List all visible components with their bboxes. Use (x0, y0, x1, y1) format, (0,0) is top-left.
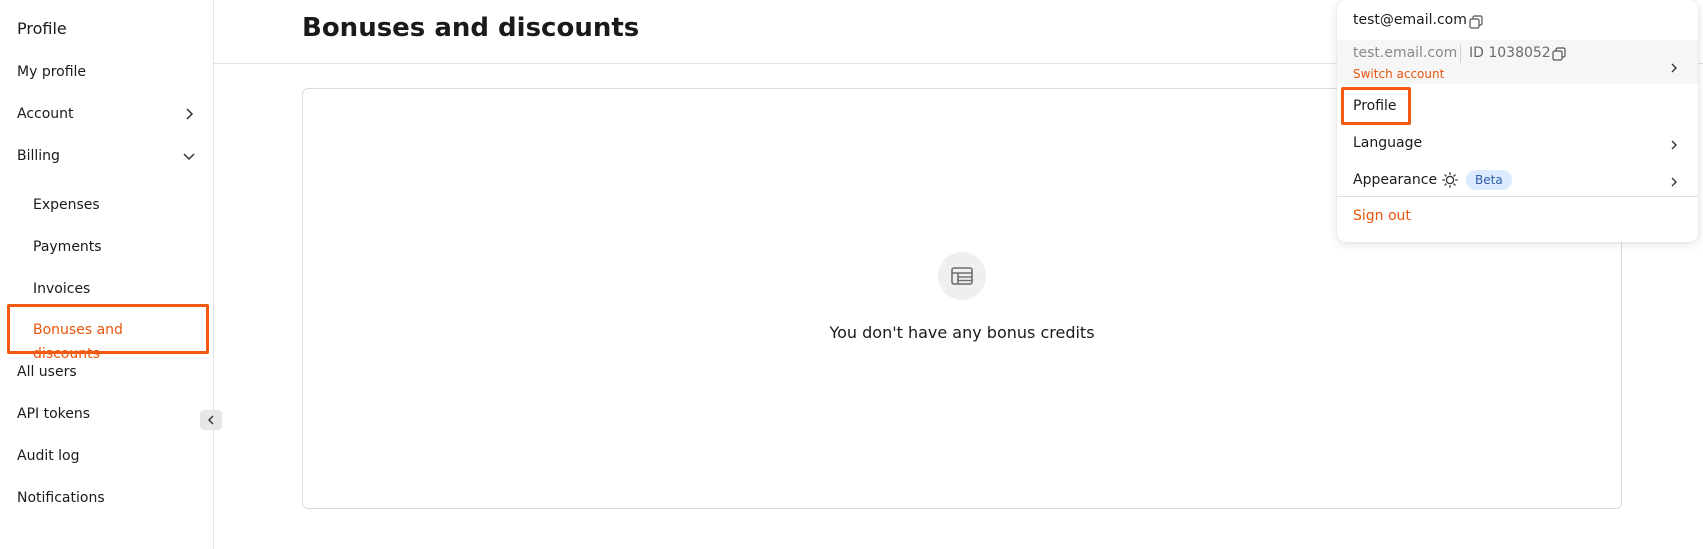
chevron-right-icon (1671, 177, 1677, 187)
user-menu: test@email.com test.email.com ID 1038052… (1337, 0, 1698, 242)
account-name: test.email.com (1353, 45, 1458, 61)
sidebar: Profile My profile Account Billing Expen… (0, 0, 214, 549)
sidebar-item-api-tokens[interactable]: API tokens (17, 402, 197, 426)
page-title: Bonuses and discounts (302, 13, 640, 43)
sidebar-item-payments[interactable]: Payments (33, 235, 193, 259)
separator (1460, 45, 1461, 63)
sidebar-item-bonuses-and-discounts[interactable]: Bonuses and discounts (33, 318, 193, 362)
chevron-right-icon (1671, 140, 1677, 150)
menu-item-label: Appearance (1353, 172, 1438, 188)
user-email: test@email.com (1353, 12, 1467, 28)
chevron-down-icon (183, 153, 195, 161)
menu-item-label: Language (1353, 135, 1423, 151)
menu-item-profile[interactable]: Profile (1353, 96, 1397, 116)
copy-icon[interactable] (1469, 15, 1483, 29)
sidebar-title: Profile (17, 19, 67, 38)
sidebar-item-audit-log[interactable]: Audit log (17, 444, 197, 468)
collapse-sidebar-button[interactable] (200, 410, 222, 430)
sidebar-item-notifications[interactable]: Notifications (17, 486, 197, 510)
beta-badge: Beta (1466, 170, 1512, 190)
chevron-right-icon (186, 108, 194, 120)
chevron-left-icon (208, 415, 214, 425)
menu-item-language[interactable]: Language (1353, 133, 1682, 153)
menu-item-appearance[interactable]: Appearance (1353, 170, 1682, 190)
account-switcher[interactable]: test.email.com ID 1038052 Switch account (1337, 40, 1698, 84)
menu-divider (1337, 196, 1698, 197)
sidebar-item-invoices[interactable]: Invoices (33, 277, 193, 301)
sidebar-item-account[interactable]: Account (17, 102, 197, 126)
sun-icon (1442, 172, 1458, 188)
switch-account-link[interactable]: Switch account (1353, 67, 1444, 81)
sidebar-item-label: Account (17, 106, 74, 122)
sign-out-button[interactable]: Sign out (1353, 206, 1411, 226)
sidebar-item-billing[interactable]: Billing (17, 144, 197, 168)
chevron-right-icon (1671, 63, 1677, 73)
copy-icon[interactable] (1552, 47, 1566, 61)
table-icon (938, 252, 986, 300)
empty-state-message: You don't have any bonus credits (829, 323, 1095, 342)
account-id: ID 1038052 (1469, 45, 1551, 61)
sidebar-item-expenses[interactable]: Expenses (33, 193, 193, 217)
sidebar-item-all-users[interactable]: All users (17, 360, 197, 384)
sidebar-item-my-profile[interactable]: My profile (17, 60, 197, 84)
sidebar-item-label: Billing (17, 148, 60, 164)
